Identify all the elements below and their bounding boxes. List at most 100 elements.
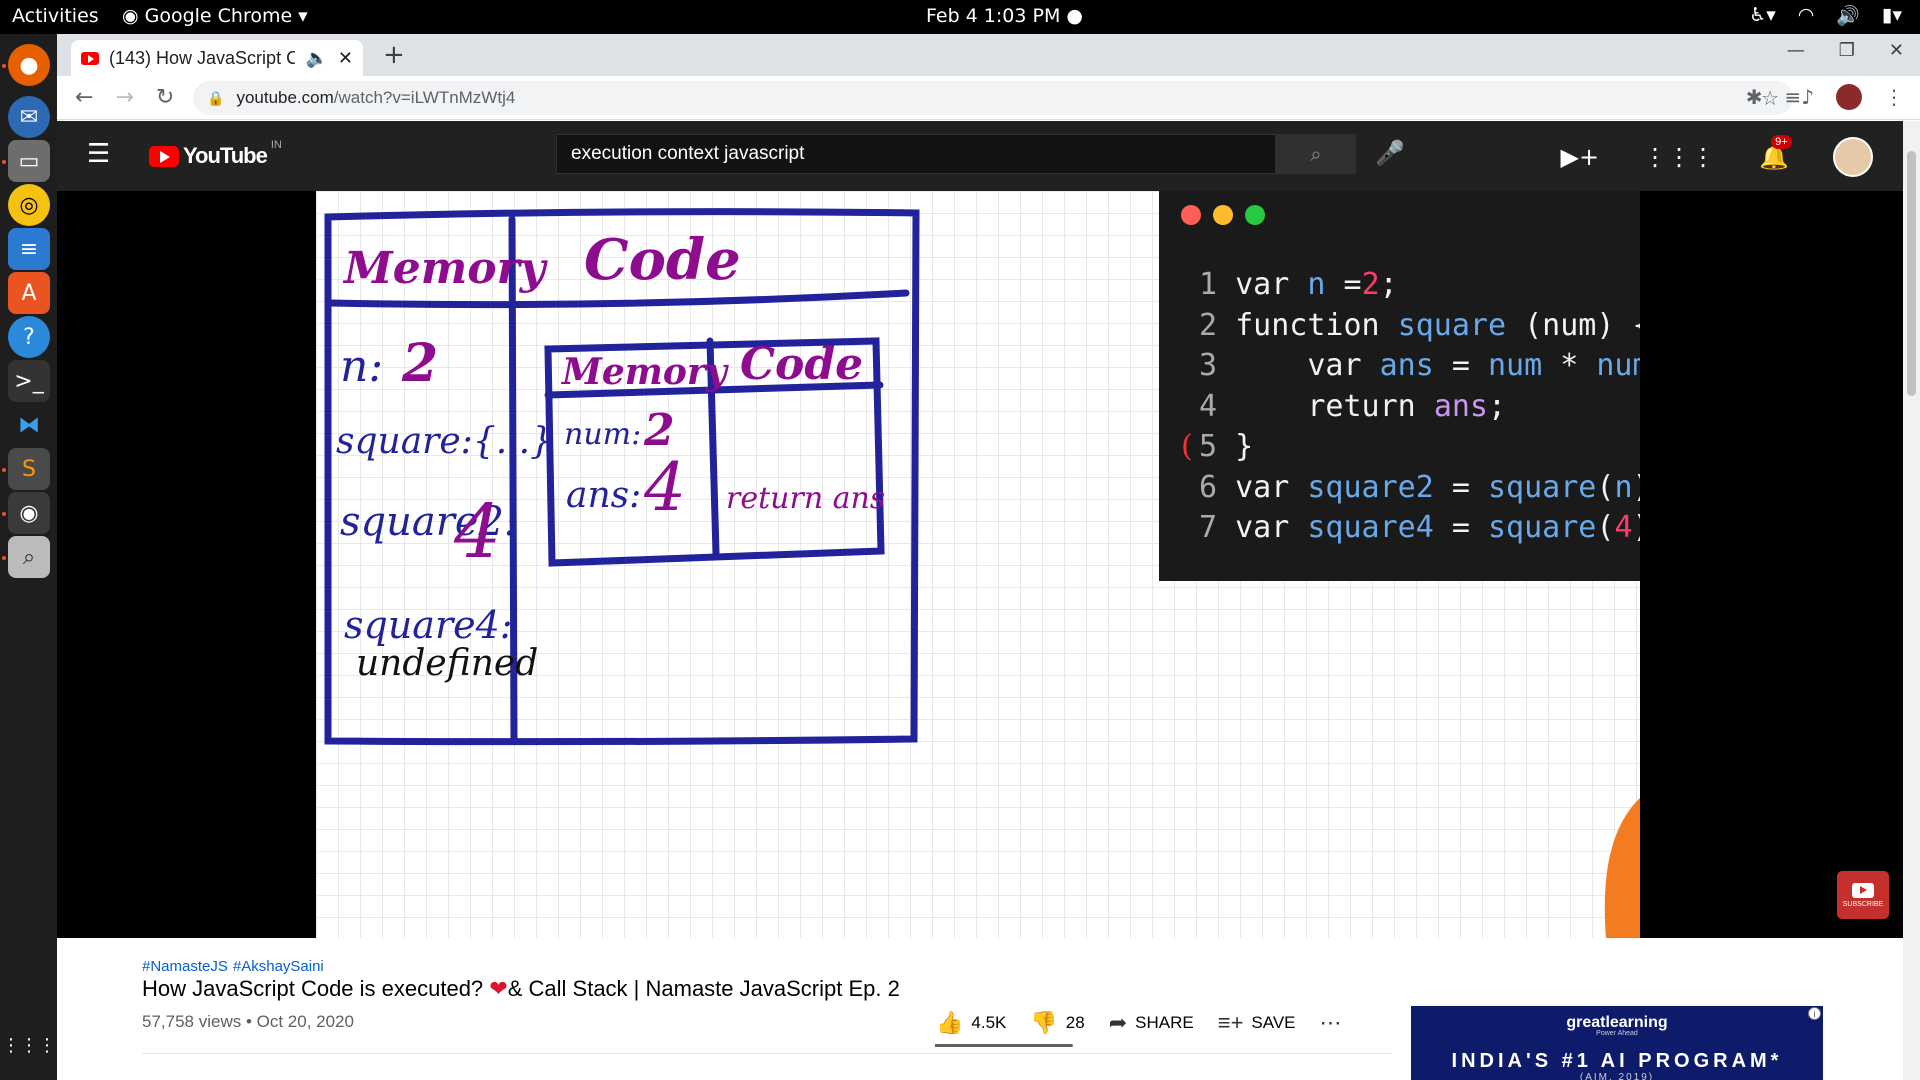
activities-button[interactable]: Activities [12, 5, 99, 27]
header-actions: ▶+ ⋮⋮⋮ 🔔 9+ [1561, 135, 1873, 177]
nav-buttons: ← → ↻ [75, 85, 174, 110]
firefox-icon[interactable]: ● [8, 44, 50, 86]
ad-subtext: (AIM, 2019) [1579, 1072, 1655, 1080]
app-menu-label: Google Chrome [144, 5, 293, 27]
code-token: var [1235, 267, 1308, 302]
dislike-count: 28 [1065, 1013, 1085, 1032]
help-icon[interactable]: ? [8, 316, 50, 358]
ad-info-icon[interactable]: i [1808, 1007, 1821, 1020]
volume-icon: 🔊 [1836, 5, 1860, 27]
apps-grid-icon[interactable]: ⋮⋮⋮ [1643, 143, 1715, 171]
ad-headline: INDIA'S #1 AI PROGRAM* [1451, 1050, 1783, 1072]
terminal-icon[interactable]: >_ [8, 360, 50, 402]
address-bar[interactable]: 🔒 youtube.com/watch?v=iLWTnMzWtj4 ☆ [193, 81, 1793, 115]
clock[interactable]: Feb 4 1:03 PM ● [926, 5, 1083, 27]
running-indicator [2, 556, 6, 560]
app-menu[interactable]: ◉ Google Chrome ▾ [122, 5, 308, 27]
thunderbird-icon[interactable]: ✉ [8, 96, 50, 138]
chevron-down-icon: ▾ [298, 5, 308, 27]
share-label: SHARE [1135, 1013, 1194, 1032]
code-token: var [1235, 348, 1380, 383]
save-label: SAVE [1251, 1013, 1296, 1032]
save-button[interactable]: ≡+ SAVE [1218, 1010, 1296, 1036]
subscribe-label: SUBSCRIBE [1842, 900, 1884, 908]
reload-icon[interactable]: ↻ [156, 85, 174, 110]
code-token: 4 [1614, 510, 1633, 545]
code-token: = [1451, 510, 1488, 545]
outer-code-heading: Code [584, 227, 741, 293]
youtube-logo[interactable]: YouTube IN [149, 139, 282, 169]
lock-icon[interactable]: 🔒 [207, 90, 224, 107]
vscode-icon[interactable]: ⧓ [8, 404, 50, 446]
forward-icon[interactable]: → [115, 85, 133, 110]
dislike-button[interactable]: 👎 28 [1030, 1010, 1084, 1036]
new-tab-button[interactable]: + [383, 40, 405, 70]
thumbs-up-icon: 👍 [936, 1010, 964, 1035]
like-ratio-fill [935, 1044, 1072, 1047]
back-icon[interactable]: ← [75, 85, 93, 110]
code-token: n [1614, 469, 1633, 505]
code-token: square [1397, 307, 1525, 343]
url-path: /watch?v=iLWTnMzWtj4 [333, 88, 516, 107]
line-number: 2 [1199, 307, 1236, 343]
create-video-icon[interactable]: ▶+ [1561, 143, 1600, 171]
tab-close-icon[interactable]: ✕ [338, 48, 353, 69]
subscribe-watermark-button[interactable]: SUBSCRIBE [1837, 871, 1889, 919]
search-input[interactable]: execution context javascript [556, 134, 1276, 174]
code-token: ( [1596, 510, 1615, 545]
youtube-page: ☰ YouTube IN execution context javascrip… [57, 121, 1903, 1080]
system-tray[interactable]: ♿▾ ◠ 🔊 ▮▾ [1749, 4, 1902, 27]
like-dislike-bar [935, 1044, 1073, 1047]
scrollbar-thumb[interactable] [1907, 151, 1916, 396]
account-avatar[interactable] [1833, 137, 1873, 177]
writer-icon[interactable]: ≡ [8, 228, 50, 270]
screenshot-tool-icon[interactable]: ⌕ [8, 536, 50, 578]
ad-banner[interactable]: greatlearning Power Ahead INDIA'S #1 AI … [1411, 1006, 1823, 1080]
show-applications-icon[interactable]: ⋮⋮⋮ [2, 1024, 56, 1066]
media-control-icon[interactable]: ≡♪ [1784, 85, 1814, 109]
minimize-icon[interactable]: — [1787, 40, 1805, 61]
page-scrollbar[interactable] [1903, 121, 1920, 1080]
restore-icon[interactable]: ❐ [1839, 40, 1855, 61]
accessibility-icon[interactable]: ♿▾ [1749, 4, 1776, 27]
rhythmbox-icon[interactable]: ◎ [8, 184, 50, 226]
sublime-text-icon[interactable]: S [8, 448, 50, 490]
browser-tab[interactable]: (143) How JavaScript C 🔈 ✕ [71, 40, 363, 76]
code-token: = [1451, 348, 1488, 383]
more-actions-button[interactable]: ⋯ [1320, 1010, 1342, 1036]
search-button[interactable]: ⌕ [1276, 134, 1356, 174]
code-token: ; [1488, 388, 1507, 424]
more-horizontal-icon: ⋯ [1319, 1010, 1342, 1035]
tab-audio-icon[interactable]: 🔈 [305, 48, 327, 69]
code-token: n [1307, 267, 1344, 302]
software-center-icon[interactable]: A [8, 272, 50, 314]
url-host: youtube.com [236, 88, 334, 107]
code-token: 2 [1361, 267, 1380, 302]
notifications-bell-icon[interactable]: 🔔 9+ [1759, 135, 1792, 171]
line-number: 3 [1199, 348, 1236, 383]
youtube-header: ☰ YouTube IN execution context javascrip… [57, 121, 1903, 191]
code-token: num [1488, 348, 1561, 383]
hashtag-link[interactable]: #AkshaySaini [233, 958, 324, 975]
hamburger-menu-icon[interactable]: ☰ [87, 139, 110, 169]
hashtag-link[interactable]: #NamasteJS [142, 958, 228, 975]
search-icon: ⌕ [1310, 142, 1322, 166]
voice-search-icon[interactable]: 🎤 [1375, 139, 1405, 167]
green-light-icon [1245, 205, 1265, 225]
close-window-icon[interactable]: ✕ [1889, 40, 1904, 61]
chrome-small-icon: ◉ [122, 5, 139, 27]
profile-avatar[interactable] [1836, 84, 1862, 110]
video-title-part: & Call Stack | Namaste JavaScript Ep. 2 [507, 976, 900, 1001]
red-cursor-mark: ( [1181, 429, 1193, 464]
line-number: 6 [1199, 469, 1236, 505]
video-player[interactable]: Memory Code n: 2 square:{...} square2: 4… [57, 191, 1903, 938]
code-token: square [1488, 510, 1597, 545]
chrome-menu-icon[interactable]: ⋮ [1884, 85, 1904, 109]
extensions-puzzle-icon[interactable]: ✱ [1746, 85, 1763, 109]
video-frame: Memory Code n: 2 square:{...} square2: 4… [316, 191, 1640, 938]
chrome-dock-icon[interactable]: ◉ [8, 492, 50, 534]
share-button[interactable]: ➦ SHARE [1109, 1010, 1194, 1036]
files-icon[interactable]: ▭ [8, 140, 50, 182]
n-value: 2 [402, 333, 439, 394]
like-button[interactable]: 👍 4.5K [936, 1010, 1006, 1036]
